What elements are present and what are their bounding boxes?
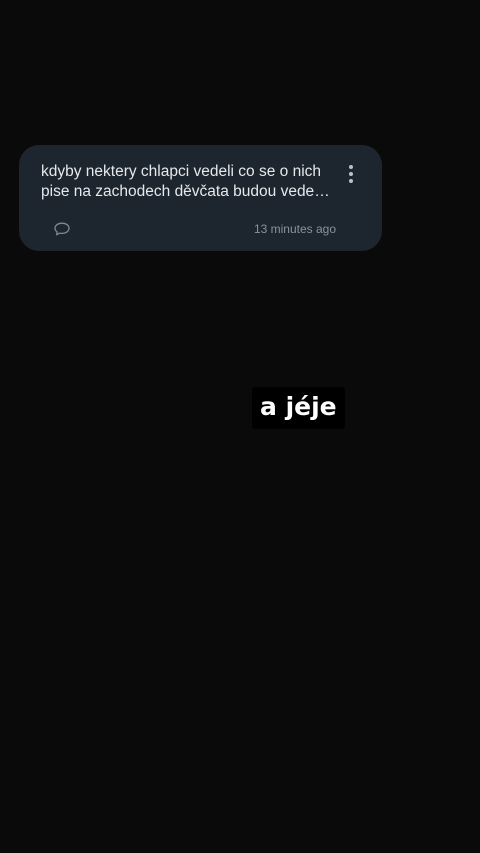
post-card[interactable]: kdyby nektery chlapci vedeli co se o nic…	[19, 145, 382, 251]
more-vertical-icon	[349, 165, 353, 169]
post-timestamp: 13 minutes ago	[253, 222, 336, 236]
post-text: kdyby nektery chlapci vedeli co se o nic…	[41, 163, 322, 200]
more-options-button[interactable]	[341, 162, 361, 186]
more-vertical-icon-dot	[349, 179, 353, 183]
comment-button[interactable]	[53, 221, 71, 237]
caption-text: a jéje	[252, 387, 345, 429]
more-vertical-icon-dot	[349, 172, 353, 176]
speech-bubble-icon	[54, 222, 70, 236]
